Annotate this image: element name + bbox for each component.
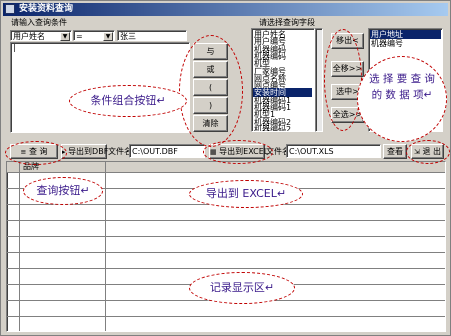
grid-row-line — [7, 236, 445, 237]
value-input-text: 张三 — [120, 32, 136, 41]
grid-header: 品牌 — [7, 162, 445, 173]
value-input[interactable]: 张三 — [117, 30, 187, 41]
browse-button[interactable]: 查看 — [383, 144, 407, 159]
query-button-highlight — [5, 141, 67, 165]
combine-callout: 条件组合按钮↵ — [69, 85, 187, 117]
records-callout: 记录显示区↵ — [189, 272, 295, 304]
file-xls-input[interactable]: C:\OUT.XLS — [286, 144, 381, 158]
grid-row-line — [7, 268, 445, 269]
selected-list-item[interactable]: 机器编号 — [370, 39, 441, 48]
select-fields-callout: 选 择 要 查 询 的 数 据 项↵ — [357, 56, 447, 142]
file-dbf-value: C:\OUT.DBF — [132, 147, 178, 156]
operator-combo[interactable]: = ▼ — [73, 30, 115, 41]
editor-caret: | — [13, 43, 16, 52]
grid-col-line — [105, 162, 106, 331]
move-buttons-highlight — [324, 29, 362, 131]
operator-combo-value: = — [76, 32, 83, 41]
field-combo[interactable]: 用户姓名 ▼ — [10, 30, 72, 41]
app-icon — [5, 4, 15, 14]
fields-scrollbar[interactable] — [315, 28, 323, 132]
grid-row-line — [7, 220, 445, 221]
selected-list-item[interactable]: 用户地址 — [370, 30, 441, 39]
field-list-item[interactable]: 机器编码2 — [253, 125, 312, 131]
exit-button-highlight — [406, 140, 450, 164]
fields-label: 请选择查询字段 — [259, 18, 315, 27]
chevron-down-icon[interactable]: ▼ — [60, 32, 70, 41]
title-bar: 安装资料查询 — [3, 3, 448, 16]
grid-row-line — [7, 252, 445, 253]
export-dbf-button[interactable]: ▸ 导出到DBF — [61, 144, 109, 159]
query-callout: 查询按钮↵ — [23, 177, 103, 205]
grid-col-line — [19, 162, 20, 331]
conditions-label: 请输入查询条件 — [11, 18, 67, 27]
export-dbf-label: 导出到DBF — [68, 147, 109, 156]
main-window: 安装资料查询 请输入查询条件 用户姓名 ▼ = ▼ 张三 | 与 或 ( ) 清… — [0, 0, 451, 336]
grid-row-line — [7, 316, 445, 317]
file-dbf-input[interactable]: C:\OUT.DBF — [129, 144, 205, 158]
file-xls-value: C:\OUT.XLS — [289, 147, 334, 156]
export-callout: 导出到 EXCEL↵ — [189, 180, 303, 208]
field-combo-value: 用户姓名 — [13, 32, 45, 41]
logic-buttons-highlight — [179, 35, 243, 147]
window-title: 安装资料查询 — [19, 4, 74, 14]
export-excel-highlight — [203, 140, 273, 164]
available-fields-list[interactable]: 用户姓名 用户编号 机器编码 机器编码 机型 厂家编号 网点名称 网点编号 安装时间 机器编码1 机… — [251, 28, 315, 132]
chevron-down-icon[interactable]: ▼ — [103, 32, 113, 41]
